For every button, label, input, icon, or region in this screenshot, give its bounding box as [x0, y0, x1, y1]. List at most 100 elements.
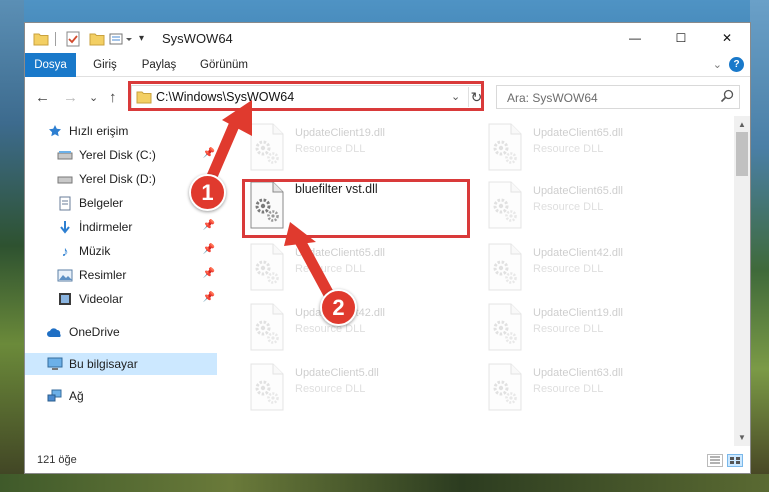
- file-type: Resource DLL: [533, 263, 604, 275]
- tab-home[interactable]: Giriş: [85, 53, 125, 77]
- sidebar-item-label: Hızlı erişim: [69, 124, 129, 138]
- sidebar-item-label: Müzik: [79, 244, 111, 258]
- file-name: UpdateClient65.dll: [295, 247, 385, 259]
- download-icon: [57, 219, 73, 235]
- desktop-background-right: [750, 0, 769, 492]
- customize-toolbar-icon[interactable]: ▾: [139, 30, 144, 47]
- sidebar-item-quick-access[interactable]: Hızlı erişim: [25, 120, 217, 142]
- sidebar-item-videos[interactable]: Videolar 📌: [25, 288, 217, 310]
- desktop-background-left: [0, 0, 24, 492]
- item-count: 121 öğe: [37, 454, 77, 466]
- file-item[interactable]: UpdateClient65.dll Resource DLL: [483, 180, 705, 238]
- title-bar: ▾ SysWOW64 — ☐ ✕: [25, 23, 750, 53]
- star-icon: [47, 123, 63, 139]
- file-name: UpdateClient65.dll: [533, 185, 623, 197]
- file-item[interactable]: UpdateClient63.dll Resource DLL: [483, 362, 705, 420]
- pin-icon[interactable]: 📌: [203, 220, 215, 231]
- search-input[interactable]: Ara: SysWOW64: [496, 85, 740, 109]
- pictures-icon: [57, 267, 73, 283]
- back-button[interactable]: ←: [35, 87, 50, 107]
- tab-view[interactable]: Görünüm: [196, 53, 252, 77]
- dll-file-icon: [483, 302, 527, 352]
- dll-file-icon: [483, 242, 527, 292]
- status-bar: 121 öğe: [25, 448, 750, 473]
- sidebar-item-label: Bu bilgisayar: [69, 357, 138, 371]
- file-item[interactable]: UpdateClient19.dll Resource DLL: [483, 302, 705, 360]
- sidebar-item-music[interactable]: ♪ Müzik 📌: [25, 240, 217, 262]
- file-item-bluefilter-vst[interactable]: bluefilter vst.dll: [245, 180, 467, 238]
- file-name: UpdateClient65.dll: [533, 127, 623, 139]
- address-bar[interactable]: C:\Windows\SysWOW64 ⌄ ↻: [131, 85, 484, 109]
- maximize-icon: ☐: [675, 31, 687, 45]
- dll-file-icon: [483, 122, 527, 172]
- step-badge-1: 1: [189, 174, 226, 211]
- sidebar-item-downloads[interactable]: İndirmeler 📌: [25, 216, 217, 238]
- sidebar-item-this-pc[interactable]: Bu bilgisayar: [25, 353, 217, 375]
- file-item[interactable]: UpdateClient19.dll Resource DLL: [245, 122, 467, 180]
- drive-icon: [57, 171, 73, 187]
- sidebar-item-local-disk-c[interactable]: Yerel Disk (C:) 📌: [25, 144, 217, 166]
- pin-icon[interactable]: 📌: [203, 148, 215, 159]
- toolbar-separator: [55, 32, 56, 46]
- tab-file[interactable]: Dosya: [25, 53, 76, 77]
- navigation-pane: Hızlı erişim Yerel Disk (C:) 📌 Yerel Dis…: [25, 116, 219, 446]
- step-badge-2: 2: [320, 289, 357, 326]
- file-item[interactable]: UpdateClient42.dll Resource DLL: [483, 242, 705, 300]
- search-placeholder: Ara: SysWOW64: [507, 91, 598, 105]
- address-path[interactable]: C:\Windows\SysWOW64: [156, 90, 294, 104]
- scrollbar-thumb[interactable]: [736, 132, 748, 176]
- vertical-scrollbar[interactable]: ▲ ▼: [734, 116, 750, 446]
- video-icon: [57, 291, 73, 307]
- search-icon[interactable]: [720, 89, 734, 106]
- pin-icon[interactable]: 📌: [203, 292, 215, 303]
- navigation-bar: ← → ⌄ ↑ C:\Windows\SysWOW64 ⌄ ↻ Ara: Sys…: [25, 78, 750, 116]
- network-icon: [47, 388, 63, 404]
- up-button[interactable]: ↑: [109, 87, 117, 107]
- file-explorer-window: ▾ SysWOW64 — ☐ ✕ Dosya Giriş Paylaş Görü…: [24, 22, 751, 474]
- view-options-icon[interactable]: [109, 30, 135, 47]
- sidebar-item-onedrive[interactable]: OneDrive: [25, 321, 217, 343]
- sidebar-item-local-disk-d[interactable]: Yerel Disk (D:): [25, 168, 217, 190]
- properties-icon[interactable]: [65, 30, 81, 47]
- sidebar-item-label: İndirmeler: [79, 220, 133, 234]
- file-item[interactable]: UpdateClient65.dll Resource DLL: [245, 242, 467, 300]
- music-icon: ♪: [61, 243, 69, 259]
- sidebar-item-label: Yerel Disk (D:): [79, 172, 156, 186]
- forward-button[interactable]: →: [63, 87, 78, 107]
- dll-file-icon: [245, 302, 289, 352]
- file-item[interactable]: UpdateClient65.dll Resource DLL: [483, 122, 705, 180]
- pin-icon[interactable]: 📌: [203, 268, 215, 279]
- refresh-button[interactable]: ↻: [468, 87, 484, 107]
- file-type: Resource DLL: [533, 323, 604, 335]
- tiles-view-icon[interactable]: [727, 454, 743, 467]
- tab-share[interactable]: Paylaş: [136, 53, 182, 77]
- window-title: SysWOW64: [162, 31, 233, 46]
- sidebar-item-network[interactable]: Ağ: [25, 385, 217, 407]
- folder-icon: [136, 90, 152, 107]
- recent-locations-button[interactable]: ⌄: [89, 87, 98, 107]
- chevron-down-icon[interactable]: ⌄: [451, 90, 460, 103]
- details-view-icon[interactable]: [707, 454, 723, 467]
- help-icon[interactable]: ?: [729, 57, 744, 72]
- pin-icon[interactable]: 📌: [203, 244, 215, 255]
- minimize-button[interactable]: —: [612, 23, 658, 53]
- file-type: Resource DLL: [295, 383, 366, 395]
- close-button[interactable]: ✕: [704, 23, 750, 53]
- new-folder-icon[interactable]: [89, 30, 105, 47]
- drive-icon: [57, 147, 73, 163]
- scroll-up-icon[interactable]: ▲: [738, 120, 746, 129]
- sidebar-item-pictures[interactable]: Resimler 📌: [25, 264, 217, 286]
- document-icon: [57, 195, 73, 211]
- sidebar-item-documents[interactable]: Belgeler 📌: [25, 192, 217, 214]
- maximize-button[interactable]: ☐: [658, 23, 704, 53]
- file-name: UpdateClient19.dll: [295, 127, 385, 139]
- file-item[interactable]: UpdateClient5.dll Resource DLL: [245, 362, 467, 420]
- minimize-icon: —: [629, 31, 641, 45]
- expand-ribbon-icon[interactable]: ⌄: [713, 58, 722, 71]
- close-icon: ✕: [721, 31, 733, 45]
- file-type: Resource DLL: [533, 383, 604, 395]
- file-name: UpdateClient63.dll: [533, 367, 623, 379]
- dll-file-icon: [483, 180, 527, 230]
- cloud-icon: [47, 324, 63, 340]
- scroll-down-icon[interactable]: ▼: [738, 433, 746, 442]
